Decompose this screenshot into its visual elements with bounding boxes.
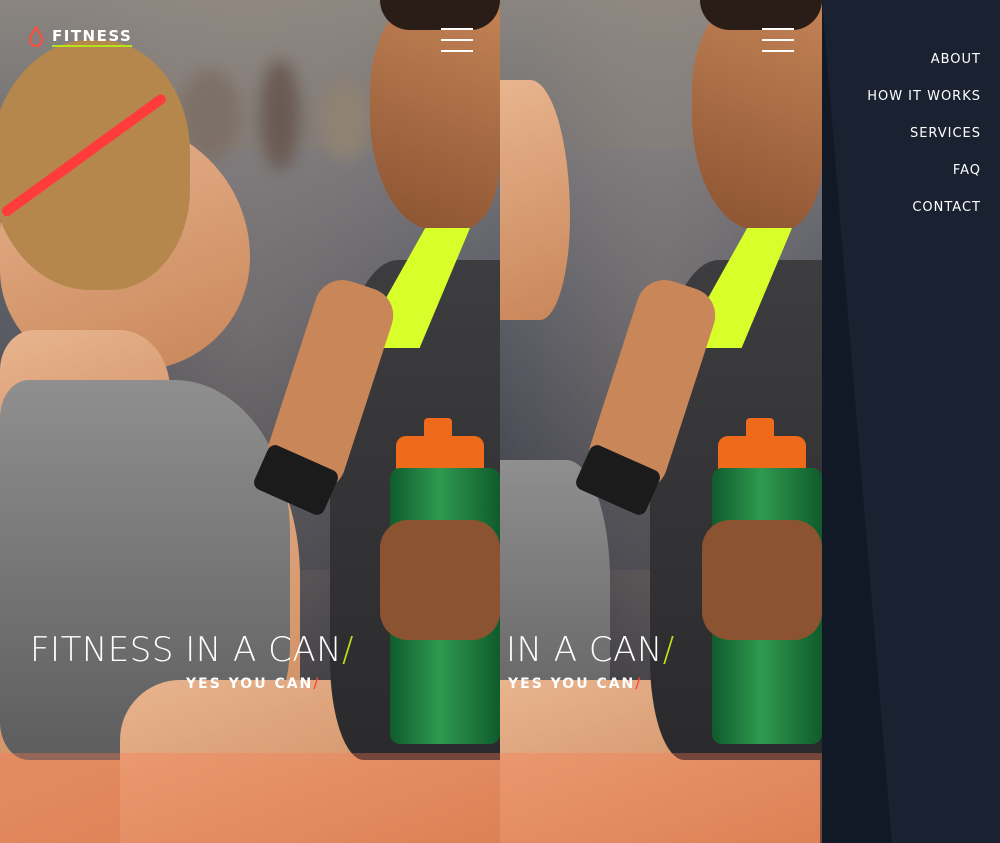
hero-bottom-overlay — [0, 753, 500, 843]
hero-title: FITNESS IN A CAN/ — [30, 630, 354, 670]
hero-title: IN A CAN/ — [506, 630, 675, 670]
man-face — [692, 0, 822, 230]
hero-photo-blur — [260, 60, 300, 170]
hero-photo-blur — [320, 80, 370, 160]
brand-logo[interactable]: FITNESS — [28, 26, 133, 48]
brand-name: FITNESS — [52, 26, 133, 47]
nav-item-about[interactable]: ABOUT — [867, 50, 981, 87]
man-hair — [700, 0, 822, 30]
title-slash: / — [342, 630, 354, 670]
man-face — [370, 0, 500, 230]
app-stage: FITNESS FITNESS IN A CAN/ YES YOU CAN/ I… — [0, 0, 1000, 843]
hero-bottom-overlay — [500, 753, 822, 843]
hero-subtitle: YES YOU CAN/ — [508, 676, 643, 692]
nav-item-faq[interactable]: FAQ — [867, 161, 981, 198]
bottle-nozzle — [424, 418, 452, 440]
nav-item-services[interactable]: SERVICES — [867, 124, 981, 161]
hamburger-menu-icon[interactable] — [441, 28, 473, 52]
hero-subtitle: YES YOU CAN/ — [186, 676, 321, 692]
hamburger-menu-icon[interactable] — [762, 28, 794, 52]
home-screen: FITNESS FITNESS IN A CAN/ YES YOU CAN/ — [0, 0, 500, 843]
nav-item-contact[interactable]: CONTACT — [867, 198, 981, 235]
nav-menu: ABOUT HOW IT WORKS SERVICES FAQ CONTACT — [867, 50, 981, 235]
home-screen-menu-open: IN A CAN/ YES YOU CAN/ — [500, 0, 822, 843]
nav-menu-panel: ABOUT HOW IT WORKS SERVICES FAQ CONTACT — [822, 0, 1000, 843]
woman-hair — [0, 40, 190, 290]
man-hair — [380, 0, 500, 30]
water-drop-icon — [28, 26, 44, 47]
bottle-nozzle — [746, 418, 774, 440]
subtitle-slash: / — [635, 676, 643, 692]
subtitle-slash: / — [313, 676, 321, 692]
nav-item-how-it-works[interactable]: HOW IT WORKS — [867, 87, 981, 124]
man-hand — [380, 520, 500, 640]
man-hand — [702, 520, 822, 640]
title-slash: / — [662, 630, 675, 670]
